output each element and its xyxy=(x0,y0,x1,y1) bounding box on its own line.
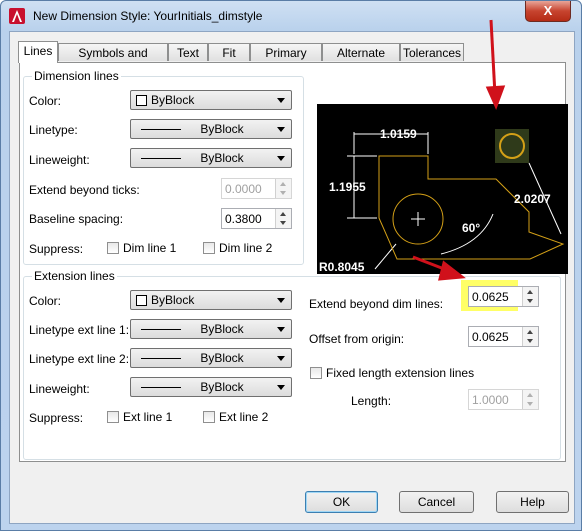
arrowhead-icon xyxy=(485,85,506,110)
annotation-arrows xyxy=(412,19,506,281)
arrowhead-icon xyxy=(438,260,466,281)
tab-lines[interactable]: Lines xyxy=(18,41,58,63)
arrow-annotation-preview xyxy=(489,19,497,96)
